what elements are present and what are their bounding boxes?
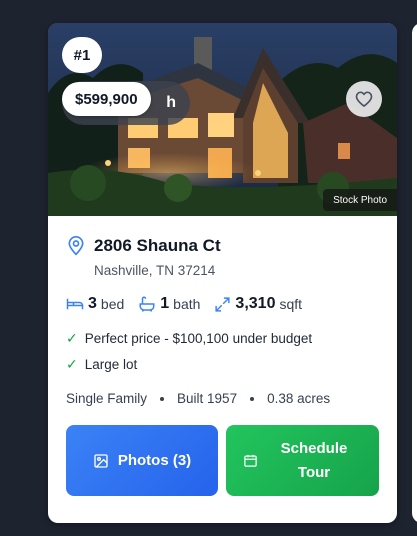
heart-icon xyxy=(355,91,373,107)
baths-unit: bath xyxy=(173,296,201,312)
perk-item: ✓ Large lot xyxy=(66,356,137,373)
image-icon xyxy=(94,453,108,468)
separator-dot xyxy=(250,396,255,401)
next-listing-card-edge[interactable] xyxy=(412,23,417,523)
price-badge: $599,900 xyxy=(62,82,151,116)
property-meta: Single Family Built 1957 0.38 acres xyxy=(66,391,330,406)
schedule-tour-label: Schedule Tour xyxy=(280,439,348,481)
perk-text: Large lot xyxy=(84,357,138,372)
map-pin-icon xyxy=(68,236,84,256)
expand-icon xyxy=(215,296,231,312)
city-state-zip: Nashville, TN 37214 xyxy=(94,263,216,278)
listing-card[interactable]: #1 h $599,900 Stock Photo 2806 Shauna Ct… xyxy=(48,23,397,523)
sqft-stat: 3,310 sqft xyxy=(214,295,302,313)
sqft-unit: sqft xyxy=(279,296,303,312)
bed-icon xyxy=(66,298,84,310)
baths-stat: 1 bath xyxy=(138,295,200,313)
baths-value: 1 xyxy=(160,295,170,312)
perk-text: Perfect price - $100,100 under budget xyxy=(84,331,313,346)
stock-photo-label: Stock Photo xyxy=(323,189,397,211)
calendar-icon xyxy=(244,454,257,467)
sqft-value: 3,310 xyxy=(235,295,276,312)
separator-dot xyxy=(160,396,165,401)
lot-size: 0.38 acres xyxy=(267,391,331,406)
street-address: 2806 Shauna Ct xyxy=(94,236,221,255)
check-icon: ✓ xyxy=(66,330,78,346)
listing-photo[interactable]: #1 h $599,900 Stock Photo xyxy=(48,23,397,216)
rank-badge: #1 xyxy=(62,37,102,73)
favorite-button[interactable] xyxy=(346,81,382,117)
property-type: Single Family xyxy=(66,391,148,406)
year-built: Built 1957 xyxy=(177,391,238,406)
bath-icon xyxy=(139,296,155,312)
photos-button[interactable]: Photos (3) xyxy=(66,425,218,496)
schedule-tour-button[interactable]: Schedule Tour xyxy=(226,425,379,496)
beds-unit: bed xyxy=(100,296,125,312)
photos-button-label: Photos (3) xyxy=(117,451,192,469)
beds-stat: 3 bed xyxy=(66,295,124,313)
address-row: 2806 Shauna Ct xyxy=(66,235,221,257)
check-icon: ✓ xyxy=(66,356,78,372)
beds-value: 3 xyxy=(88,295,97,312)
property-stats: 3 bed 1 bath 3,310 sqft xyxy=(66,295,316,313)
perk-item: ✓ Perfect price - $100,100 under budget xyxy=(66,330,312,347)
